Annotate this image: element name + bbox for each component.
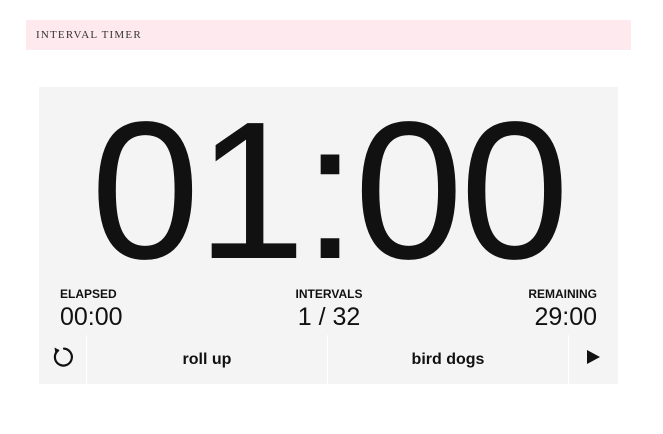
current-interval-button[interactable]: roll up	[86, 335, 327, 384]
remaining-label: REMAINING	[528, 287, 597, 301]
elapsed-label: ELAPSED	[60, 287, 117, 301]
header-bar: INTERVAL TIMER	[26, 20, 631, 50]
intervals-label: INTERVALS	[295, 287, 363, 301]
reset-icon	[51, 345, 75, 374]
reset-button[interactable]	[39, 335, 86, 384]
elapsed-stat: ELAPSED 00:00	[60, 287, 123, 331]
countdown-clock: 01:00	[90, 81, 569, 300]
timer-panel: 01:00 ELAPSED 00:00 INTERVALS 1 / 32 REM…	[39, 87, 618, 384]
play-icon	[585, 349, 601, 370]
remaining-value: 29:00	[534, 303, 597, 331]
play-button[interactable]	[568, 335, 617, 384]
app-title: INTERVAL TIMER	[36, 29, 142, 41]
remaining-stat: REMAINING 29:00	[528, 287, 597, 331]
elapsed-value: 00:00	[60, 303, 123, 331]
intervals-stat: INTERVALS 1 / 32	[239, 287, 419, 331]
intervals-value: 1 / 32	[297, 303, 361, 331]
next-interval-button[interactable]: bird dogs	[327, 335, 568, 384]
timer-controls: roll up bird dogs	[39, 335, 618, 384]
